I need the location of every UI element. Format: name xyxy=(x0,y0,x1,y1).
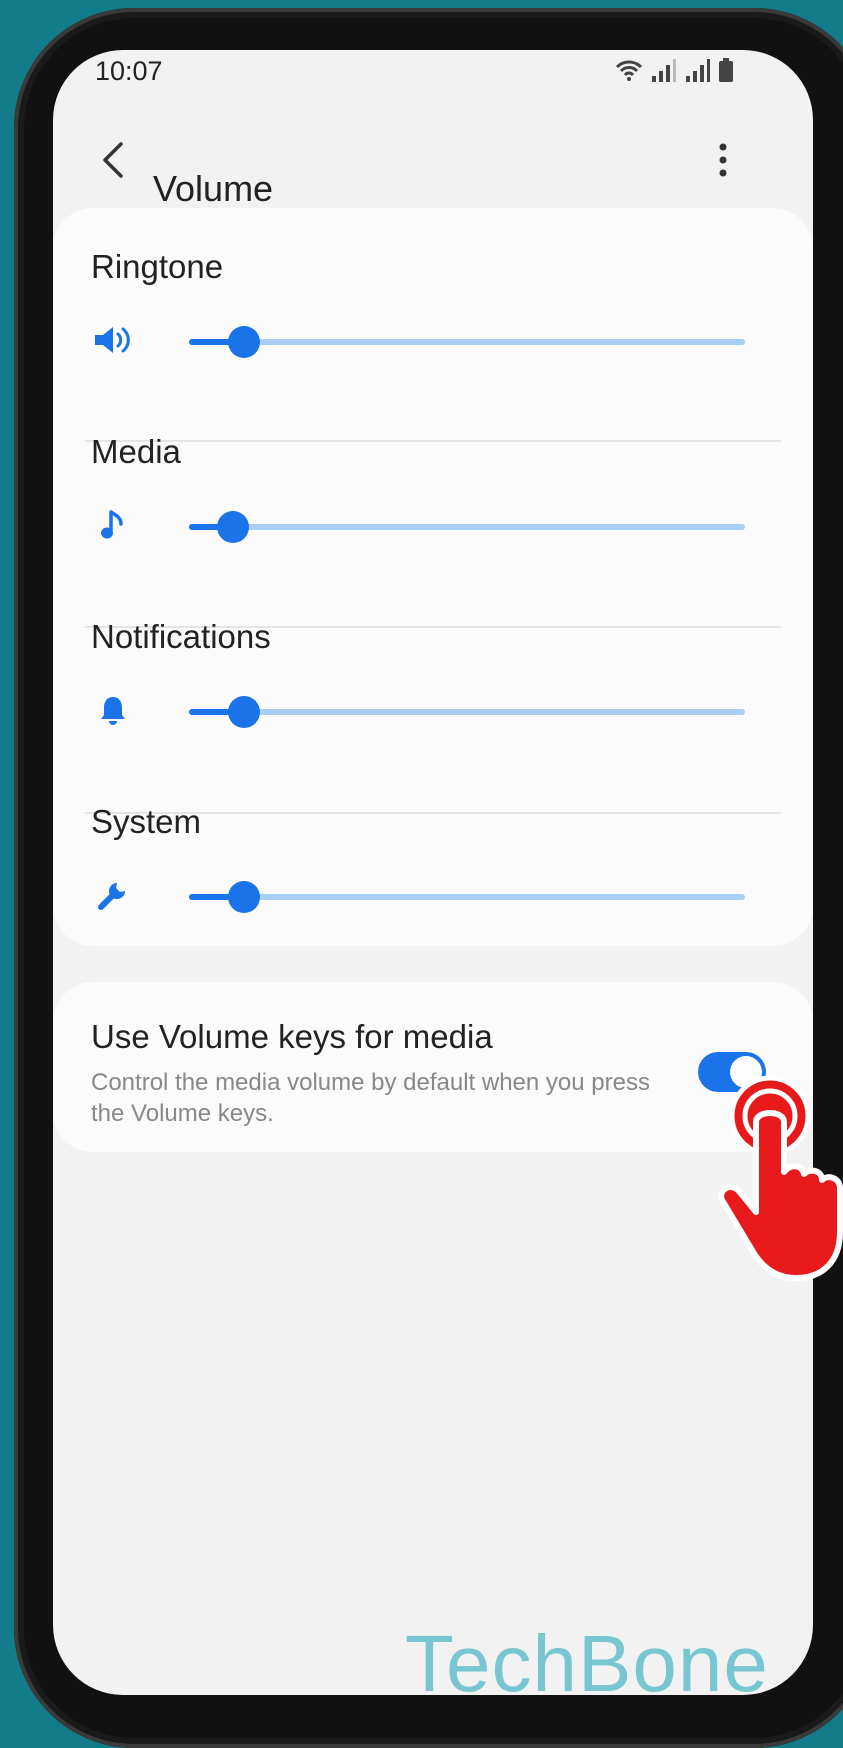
volume-label: Ringtone xyxy=(91,248,224,285)
slider-track xyxy=(189,524,745,530)
volume-keys-description: Control the media volume by default when… xyxy=(91,1069,650,1127)
page-title: Volume xyxy=(153,168,274,209)
slider-track xyxy=(189,894,745,900)
volume-row-ringtone: Ringtone xyxy=(53,208,813,393)
volume-keys-card[interactable]: Use Volume keys for media Control the me… xyxy=(53,982,813,1152)
hand-pointer-icon xyxy=(718,1075,843,1281)
volume-slider[interactable] xyxy=(189,696,745,728)
speaker-icon[interactable] xyxy=(91,318,135,362)
wrench-icon[interactable] xyxy=(91,873,135,917)
volume-label: Media xyxy=(91,433,181,470)
signal-icon xyxy=(652,59,676,82)
app-bar: Volume xyxy=(53,120,813,210)
volume-card: Ringtone Media Notifications System xyxy=(53,208,813,946)
chevron-left-icon xyxy=(103,142,123,178)
signal-icon xyxy=(686,59,710,82)
screen: 10:07 Volume Ringtone Media Notification… xyxy=(53,50,813,1695)
volume-row-media: Media xyxy=(53,393,813,578)
volume-label: Notifications xyxy=(91,618,271,655)
slider-track xyxy=(189,709,745,715)
status-icons xyxy=(615,58,733,82)
status-time: 10:07 xyxy=(95,56,163,86)
music-note-icon[interactable] xyxy=(91,503,135,547)
watermark: TechBone xyxy=(405,1619,769,1708)
back-button[interactable] xyxy=(83,130,143,190)
volume-row-notifications: Notifications xyxy=(53,578,813,763)
more-vert-icon xyxy=(719,143,727,177)
slider-thumb[interactable] xyxy=(228,696,260,728)
volume-slider[interactable] xyxy=(189,881,745,913)
slider-thumb[interactable] xyxy=(228,881,260,913)
wifi-icon xyxy=(615,60,643,81)
volume-slider[interactable] xyxy=(189,511,745,543)
bell-icon[interactable] xyxy=(91,688,135,732)
more-options-button[interactable] xyxy=(703,130,743,190)
slider-thumb[interactable] xyxy=(228,326,260,358)
battery-icon xyxy=(719,58,733,82)
slider-track xyxy=(189,339,745,345)
status-bar: 10:07 xyxy=(53,50,813,110)
volume-keys-title: Use Volume keys for media xyxy=(91,1018,493,1055)
volume-slider[interactable] xyxy=(189,326,745,358)
volume-row-system: System xyxy=(53,763,813,948)
volume-label: System xyxy=(91,803,202,840)
slider-thumb[interactable] xyxy=(217,511,249,543)
